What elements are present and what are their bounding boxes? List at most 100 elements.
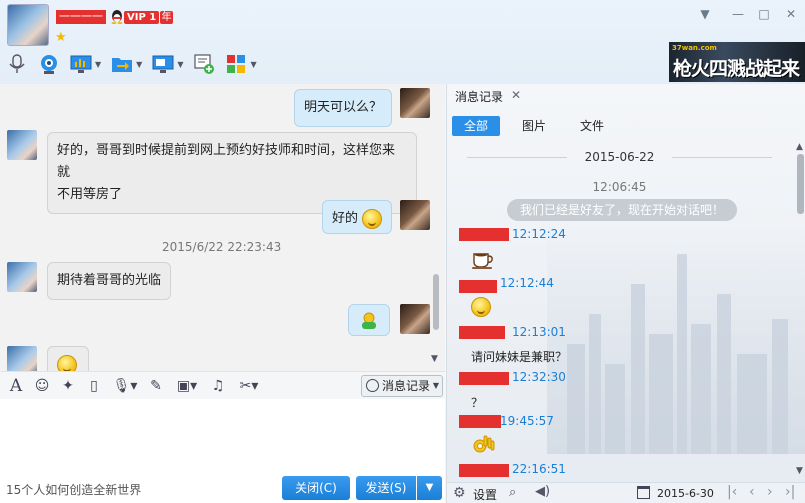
history-date-divider: 2015-06-22 [447,150,792,164]
new-message-button[interactable] [193,53,215,75]
message-text: 好的，哥哥到时候提前到网上预约好技师和时间，这样您来就 [57,143,396,180]
ok-hand-emoji-icon [473,435,495,453]
message-text: 好的 [332,211,359,226]
contact-avatar[interactable] [7,4,49,46]
message-history-button[interactable]: 消息记录 ▼ [361,375,443,397]
filter-all[interactable]: 全部 [452,116,501,136]
message-bubble-outgoing[interactable] [348,304,390,336]
tab-message-history[interactable]: 消息记录 [455,88,503,105]
send-file-button[interactable]: ▼ [111,53,142,75]
contact-name[interactable]: 一一一一 [56,10,106,24]
edit-message-icon [194,54,215,74]
message-bubble-outgoing[interactable]: 好的 [322,200,393,234]
last-page-icon[interactable]: ›| [785,484,795,500]
chevron-down-icon[interactable]: ▼ [697,6,713,22]
search-icon[interactable]: ⌕ [509,485,516,500]
shy-emoji-icon [57,354,77,371]
video-call-button[interactable] [38,53,60,75]
history-date-selector[interactable]: 2015-6-30 [657,487,714,500]
my-avatar[interactable] [400,88,430,118]
ad-tip-link[interactable]: 15个人如何创造全新世界 [6,481,141,498]
voice-message-icon[interactable]: 🎙▾ [112,378,138,394]
message-input[interactable] [0,399,445,474]
chat-scrollbar-thumb[interactable] [433,274,439,330]
history-entry-time: 12:32:30 [512,370,566,384]
filter-files[interactable]: 文件 [568,116,616,136]
emoji-icon[interactable]: ☺ [34,378,50,394]
send-options-chevron-icon[interactable]: ▼ [417,476,442,500]
clock-icon [366,379,379,392]
history-entry-time: 12:12:24 [512,227,566,241]
close-icon[interactable]: ✕ [783,6,799,22]
apps-button[interactable]: ▼ [225,53,257,75]
message-bubble-incoming[interactable]: 期待着哥哥的光临 [47,262,172,300]
history-entry-time: 22:16:51 [512,462,566,476]
year-badge[interactable]: 年 [160,11,173,24]
chat-toolbar: ▼ ▼ ▼ ▼ [6,50,267,78]
remote-assist-button[interactable]: ▼ [70,53,101,75]
sender-name-redacted [459,228,509,241]
minimize-icon[interactable]: — [730,6,746,22]
chevron-down-icon[interactable]: ▼ [136,60,142,69]
sender-name-redacted [459,372,509,385]
chevron-down-icon: ▼ [432,381,439,390]
vip-badge[interactable]: VIP 1 [124,11,160,24]
previous-page-icon[interactable]: ‹ [749,484,755,500]
image-icon[interactable]: ▣▾ [174,378,200,394]
vibrate-window-icon[interactable]: ▯ [86,378,102,394]
message-history-label: 消息记录 [382,379,431,393]
close-button[interactable]: 关闭(C) [282,476,350,500]
calendar-icon[interactable] [637,486,650,499]
message-list[interactable]: 明天可以么？ 好的，哥哥到时候提前到网上预约好技师和时间，这样您来就 不用等房了… [0,84,445,371]
history-filter-tabs: 全部 图片 文件 [452,116,626,136]
history-entry-time: 12:13:01 [512,325,566,339]
chat-window-header: 一一一一 VIP 1 年 ★ ▼ — □ ✕ ▼ ▼ ▼ ▼ 37wan.com… [0,0,805,84]
my-avatar[interactable] [400,200,430,230]
contact-avatar-small[interactable] [7,346,37,371]
scroll-down-icon[interactable]: ▼ [431,354,438,364]
maximize-icon[interactable]: □ [756,6,772,22]
input-toolbar: A ☺ ✦ ▯ 🎙▾ ✎ ▣▾ ♫ ✂▾ 消息记录 ▼ [0,371,445,399]
message-bubble-outgoing[interactable]: 明天可以么？ [294,89,393,127]
chat-footer: 15个人如何创造全新世界 关闭(C) 发送(S) ▼ [0,474,445,503]
scroll-up-icon[interactable]: ▲ [796,142,803,152]
chevron-down-icon[interactable]: ▼ [250,60,256,69]
game-ad-banner[interactable]: 37wan.com 枪火四溅战起来 [669,42,805,82]
history-entry-time: 12:12:44 [500,276,554,290]
next-page-icon[interactable]: › [767,484,773,500]
edit-image-icon[interactable]: ✎ [148,378,164,394]
contact-avatar-small[interactable] [7,262,37,292]
history-footer: ⚙ 设置 ⌕ ◀) 2015-6-30 |‹ ‹ › ›| [447,482,805,503]
music-icon[interactable]: ♫ [210,378,226,394]
message-timestamp: 2015/6/22 22:23:43 [162,240,282,254]
history-entry-text: 请问妹妹是兼职？ [471,350,568,364]
message-history-panel: 消息记录 ✕ 全部 图片 文件 2015-06-22 12:06:45 我们已经… [446,84,805,503]
history-entry-time: 19:45:57 [500,414,554,428]
scroll-down-icon[interactable]: ▼ [796,466,803,476]
settings-link[interactable]: 设置 [473,486,497,503]
close-tab-icon[interactable]: ✕ [511,88,521,102]
my-avatar[interactable] [400,304,430,334]
magic-wand-icon[interactable]: ✦ [60,378,76,394]
first-page-icon[interactable]: |‹ [727,484,737,500]
banner-logo: 37wan.com [672,44,717,52]
star-icon[interactable]: ★ [55,30,67,45]
chevron-down-icon[interactable]: ▼ [95,60,101,69]
gear-icon[interactable]: ⚙ [453,485,466,501]
screen-share-button[interactable]: ▼ [152,53,183,75]
contact-avatar-small[interactable] [7,130,37,160]
history-scrollbar-thumb[interactable] [797,154,804,214]
speaker-icon[interactable]: ◀) [535,484,550,499]
qq-penguin-icon [111,10,123,24]
smile-emoji-icon [471,297,495,319]
filter-images[interactable]: 图片 [510,116,558,136]
font-icon[interactable]: A [8,377,24,394]
message-bubble-incoming[interactable] [47,346,89,371]
sender-name-redacted [459,280,497,293]
send-button[interactable]: 发送(S) [356,476,416,500]
webcam-icon [41,55,57,74]
screenshot-scissors-icon[interactable]: ✂▾ [236,378,262,394]
voice-call-button[interactable] [6,53,28,75]
chevron-down-icon[interactable]: ▼ [177,60,183,69]
history-time: 12:06:45 [592,180,647,194]
